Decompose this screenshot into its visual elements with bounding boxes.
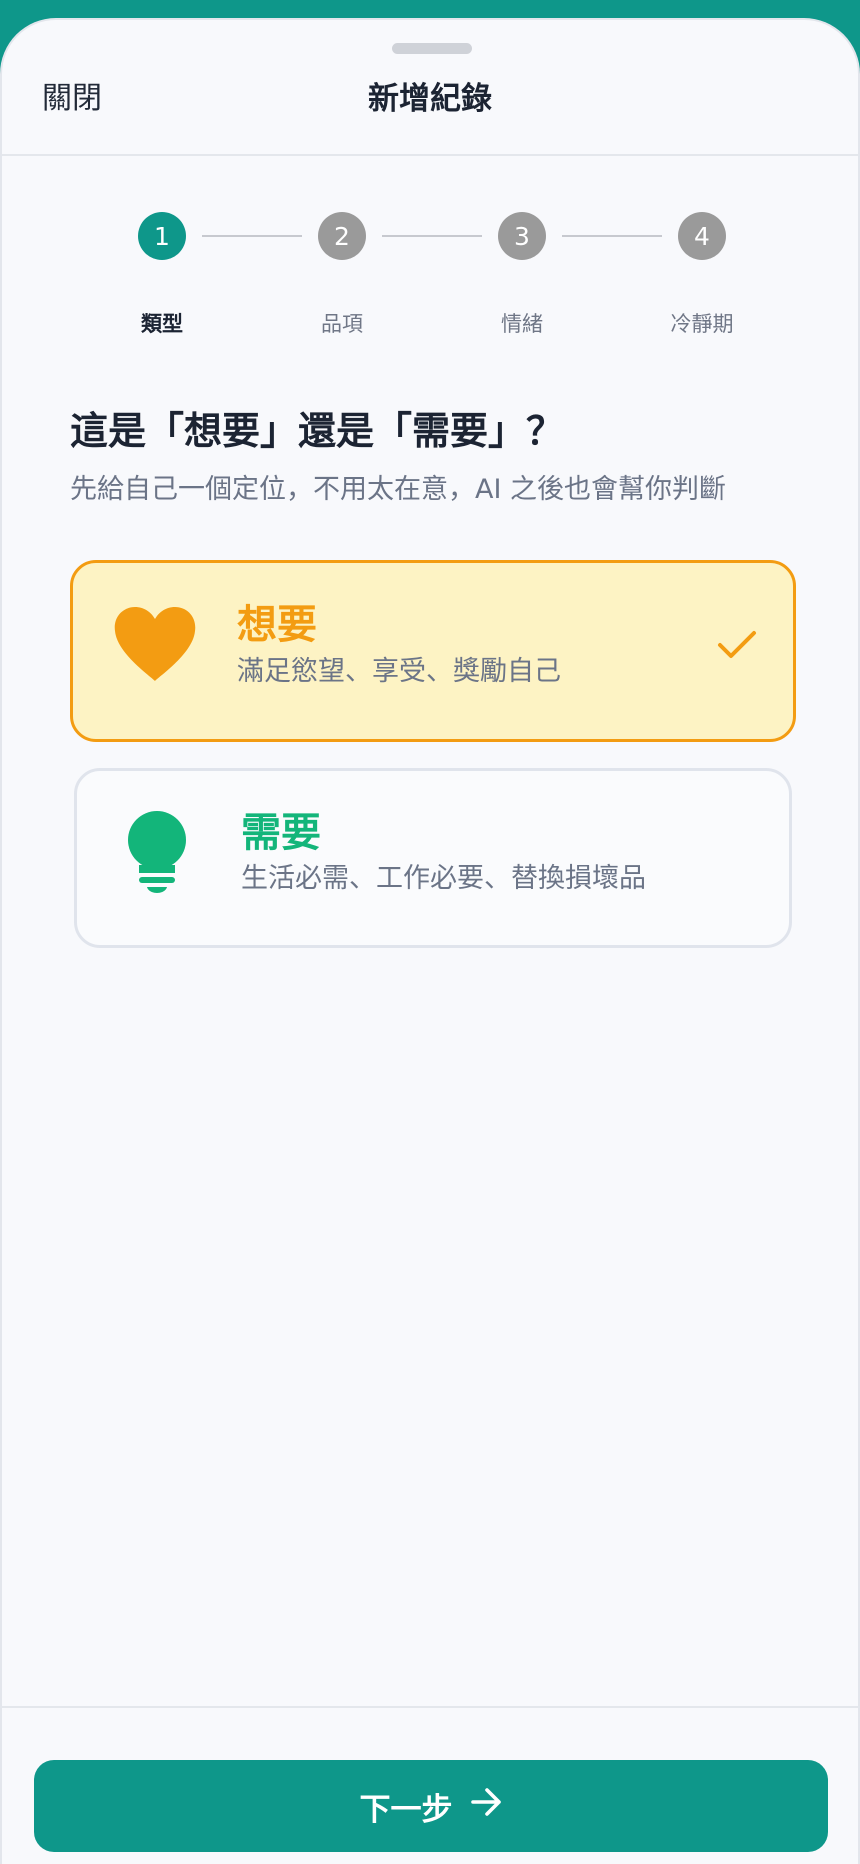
step-connector <box>562 235 662 237</box>
question-heading: 這是「想要」還是「需要」？ <box>70 409 565 453</box>
step-4-label: 冷靜期 <box>670 312 734 336</box>
step-3-label: 情緒 <box>501 312 543 336</box>
step-2-label: 品項 <box>321 312 363 336</box>
option-need-card[interactable]: 需要 生活必需、工作必要、替換損壞品 <box>74 768 792 948</box>
footer-bar: 下一步 <box>2 1706 858 1864</box>
page-title: 新增紀錄 <box>368 81 492 117</box>
option-need-description: 生活必需、工作必要、替換損壞品 <box>241 863 646 894</box>
next-step-button[interactable]: 下一步 <box>34 1760 828 1852</box>
stepper: 1 2 3 4 類型 品項 情緒 冷靜期 <box>2 212 858 342</box>
check-icon <box>717 629 757 665</box>
step-2-indicator: 2 <box>318 212 366 260</box>
arrow-right-icon <box>470 1787 503 1825</box>
option-need-title: 需要 <box>241 810 321 856</box>
option-want-card[interactable]: 想要 滿足慾望、享受、獎勵自己 <box>70 560 796 742</box>
next-step-label: 下一步 <box>359 1791 453 1828</box>
heart-icon <box>113 607 197 687</box>
step-connector <box>202 235 302 237</box>
bottom-sheet: 關閉 新增紀錄 1 2 3 4 類型 品項 情緒 冷靜期 這是「想要」還是「需要… <box>0 18 860 1864</box>
option-want-title: 想要 <box>237 602 317 648</box>
option-want-description: 滿足慾望、享受、獎勵自己 <box>237 656 561 687</box>
lightbulb-icon <box>125 811 189 899</box>
step-1-label: 類型 <box>141 312 183 336</box>
step-3-indicator: 3 <box>498 212 546 260</box>
step-4-indicator: 4 <box>678 212 726 260</box>
question-hint: 先給自己一個定位，不用太在意，AI 之後也會幫你判斷 <box>70 474 727 505</box>
step-1-indicator: 1 <box>138 212 186 260</box>
step-connector <box>382 235 482 237</box>
sheet-header: 關閉 新增紀錄 <box>2 20 858 156</box>
